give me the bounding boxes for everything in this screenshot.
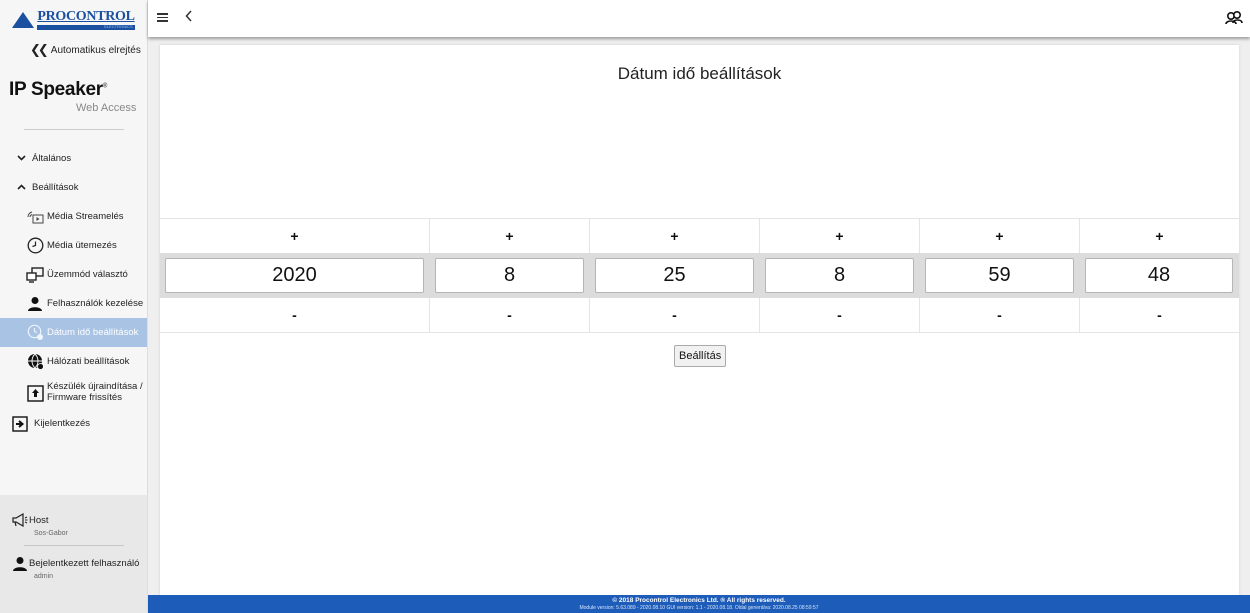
sidebar-menu: Általános Beállítások Média Streamelés M… [0, 144, 147, 437]
clock-icon [26, 237, 44, 255]
datetime-settings-panel: Dátum idő beállítások + + + + + + 2020 8… [160, 45, 1239, 595]
year-decrement-button[interactable]: - [160, 298, 430, 332]
logo-sub: ELECTRONICS [37, 24, 135, 30]
sidebar-group-label: Általános [32, 153, 72, 164]
sidebar-item-label: Média Streamelés [47, 211, 124, 222]
minute-field[interactable]: 59 [925, 258, 1074, 293]
sidebar-item-media-stream[interactable]: Média Streamelés [0, 202, 147, 231]
datetime-grid: + + + + + + 2020 8 25 8 59 48 - - - - - … [160, 218, 1239, 333]
day-field[interactable]: 25 [595, 258, 754, 293]
second-decrement-button[interactable]: - [1080, 298, 1239, 332]
sidebar: PROCONTROL ELECTRONICS ❮❮ Automatikus el… [0, 0, 148, 613]
value-row: 2020 8 25 8 59 48 [160, 253, 1239, 298]
second-increment-button[interactable]: + [1080, 219, 1239, 253]
minute-decrement-button[interactable]: - [920, 298, 1080, 332]
decrement-row: - - - - - - [160, 298, 1239, 333]
apply-button[interactable]: Beállítás [674, 345, 727, 367]
chevron-left-icon[interactable] [185, 9, 193, 26]
year-field[interactable]: 2020 [165, 258, 424, 293]
sidebar-item-media-schedule[interactable]: Média ütemezés [0, 231, 147, 260]
auto-hide-label: Automatikus elrejtés [50, 44, 141, 56]
logged-user-value: admin [34, 573, 54, 580]
day-decrement-button[interactable]: - [590, 298, 760, 332]
sidebar-group-settings[interactable]: Beállítások [0, 173, 147, 202]
sidebar-group-label: Beállítások [32, 182, 79, 193]
mode-select-icon [26, 266, 44, 284]
hour-increment-button[interactable]: + [760, 219, 920, 253]
page-title: Dátum idő beállítások [617, 64, 782, 83]
upload-icon [26, 384, 44, 402]
product-reg: ® [102, 83, 107, 90]
increment-row: + + + + + + [160, 218, 1239, 253]
logout-button[interactable]: Kijelentkezés [0, 410, 147, 437]
sidebar-item-label: Média ütemezés [47, 240, 117, 251]
sidebar-item-label: Felhasználók kezelése [47, 298, 144, 309]
logout-icon [12, 415, 28, 432]
user-icon [26, 295, 44, 313]
sidebar-group-general[interactable]: Általános [0, 144, 147, 173]
sidebar-item-network[interactable]: Hálózati beállítások [0, 347, 147, 376]
logo-brand: PROCONTROL [37, 8, 135, 24]
sidebar-item-reboot-firmware[interactable]: Készülék újraindítása / Firmware frissít… [0, 376, 147, 410]
sidebar-item-label: Készülék újraindítása / [47, 381, 143, 393]
procontrol-logo[interactable]: PROCONTROL ELECTRONICS [0, 0, 147, 37]
sidebar-item-datetime[interactable]: Dátum idő beállítások [0, 318, 147, 347]
chevron-up-icon [17, 182, 26, 193]
topbar [148, 0, 1250, 37]
host-title: Host [29, 514, 49, 526]
sidebar-item-label: Üzemmód választó [47, 269, 128, 280]
sidebar-item-label: Dátum idő beállítások [47, 327, 139, 338]
month-increment-button[interactable]: + [430, 219, 590, 253]
year-increment-button[interactable]: + [160, 219, 430, 253]
chevron-down-icon [17, 153, 26, 164]
sidebar-item-mode-select[interactable]: Üzemmód választó [0, 260, 147, 289]
product-sub: Web Access [76, 102, 137, 114]
logo-triangle-icon [12, 11, 35, 28]
sidebar-item-label: Hálózati beállítások [47, 356, 130, 367]
hour-field[interactable]: 8 [765, 258, 914, 293]
sidebar-item-users[interactable]: Felhasználók kezelése [0, 289, 147, 318]
host-value: Sos-Gabor [34, 530, 68, 537]
month-decrement-button[interactable]: - [430, 298, 590, 332]
footer: © 2018 Procontrol Electronics Ltd. ® All… [148, 595, 1250, 613]
network-icon [26, 353, 44, 371]
logout-label: Kijelentkezés [34, 418, 90, 429]
product-logo: IP Speaker® Web Access [0, 63, 147, 129]
megaphone-icon [12, 512, 28, 528]
sidebar-info-panel: Host Sos-Gabor Bejelentkezett felhasznál… [0, 495, 147, 613]
second-field[interactable]: 48 [1085, 258, 1233, 293]
footer-versions: Module version: 5.63.089 - 2020.08.10 GU… [579, 605, 819, 611]
users-icon[interactable] [1225, 10, 1243, 25]
month-field[interactable]: 8 [435, 258, 584, 293]
footer-copyright: © 2018 Procontrol Electronics Ltd. ® All… [612, 597, 786, 604]
media-stream-icon [26, 208, 44, 226]
sidebar-divider [23, 129, 124, 130]
double-chevron-left-icon: ❮❮ [30, 42, 49, 57]
day-increment-button[interactable]: + [590, 219, 760, 253]
logged-user-title: Bejelentkezett felhasználó [29, 557, 140, 569]
auto-hide-toggle[interactable]: ❮❮ Automatikus elrejtés [0, 37, 147, 63]
minute-increment-button[interactable]: + [920, 219, 1080, 253]
sidebar-item-label: Firmware frissítés [47, 392, 122, 403]
user-icon [12, 556, 27, 571]
hour-decrement-button[interactable]: - [760, 298, 920, 332]
datetime-icon [26, 324, 44, 342]
hamburger-icon[interactable] [157, 13, 168, 24]
product-name: IP Speaker [9, 79, 103, 100]
